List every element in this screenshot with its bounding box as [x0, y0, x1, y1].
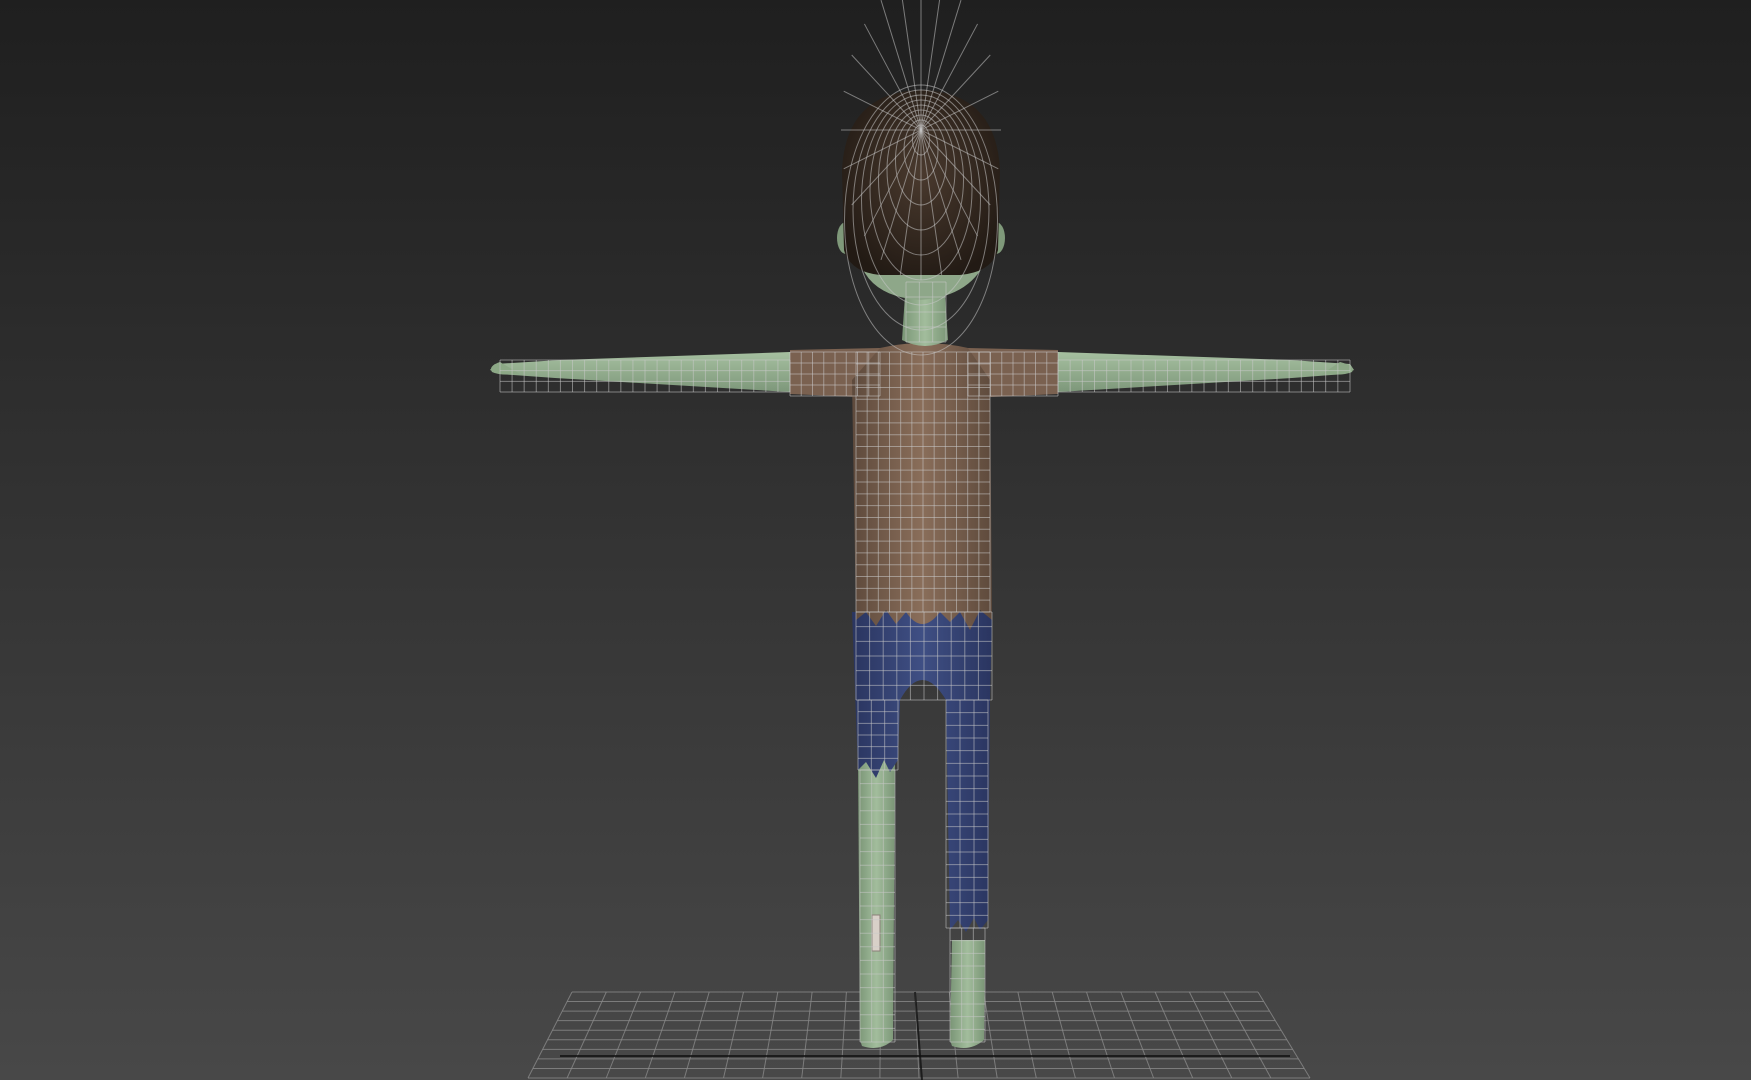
3d-viewport[interactable]: [0, 0, 1751, 1080]
left-leg[interactable]: [858, 760, 895, 1048]
right-leg[interactable]: [950, 940, 985, 1048]
shirt[interactable]: [852, 343, 992, 630]
viewport-canvas[interactable]: [0, 0, 1751, 1080]
